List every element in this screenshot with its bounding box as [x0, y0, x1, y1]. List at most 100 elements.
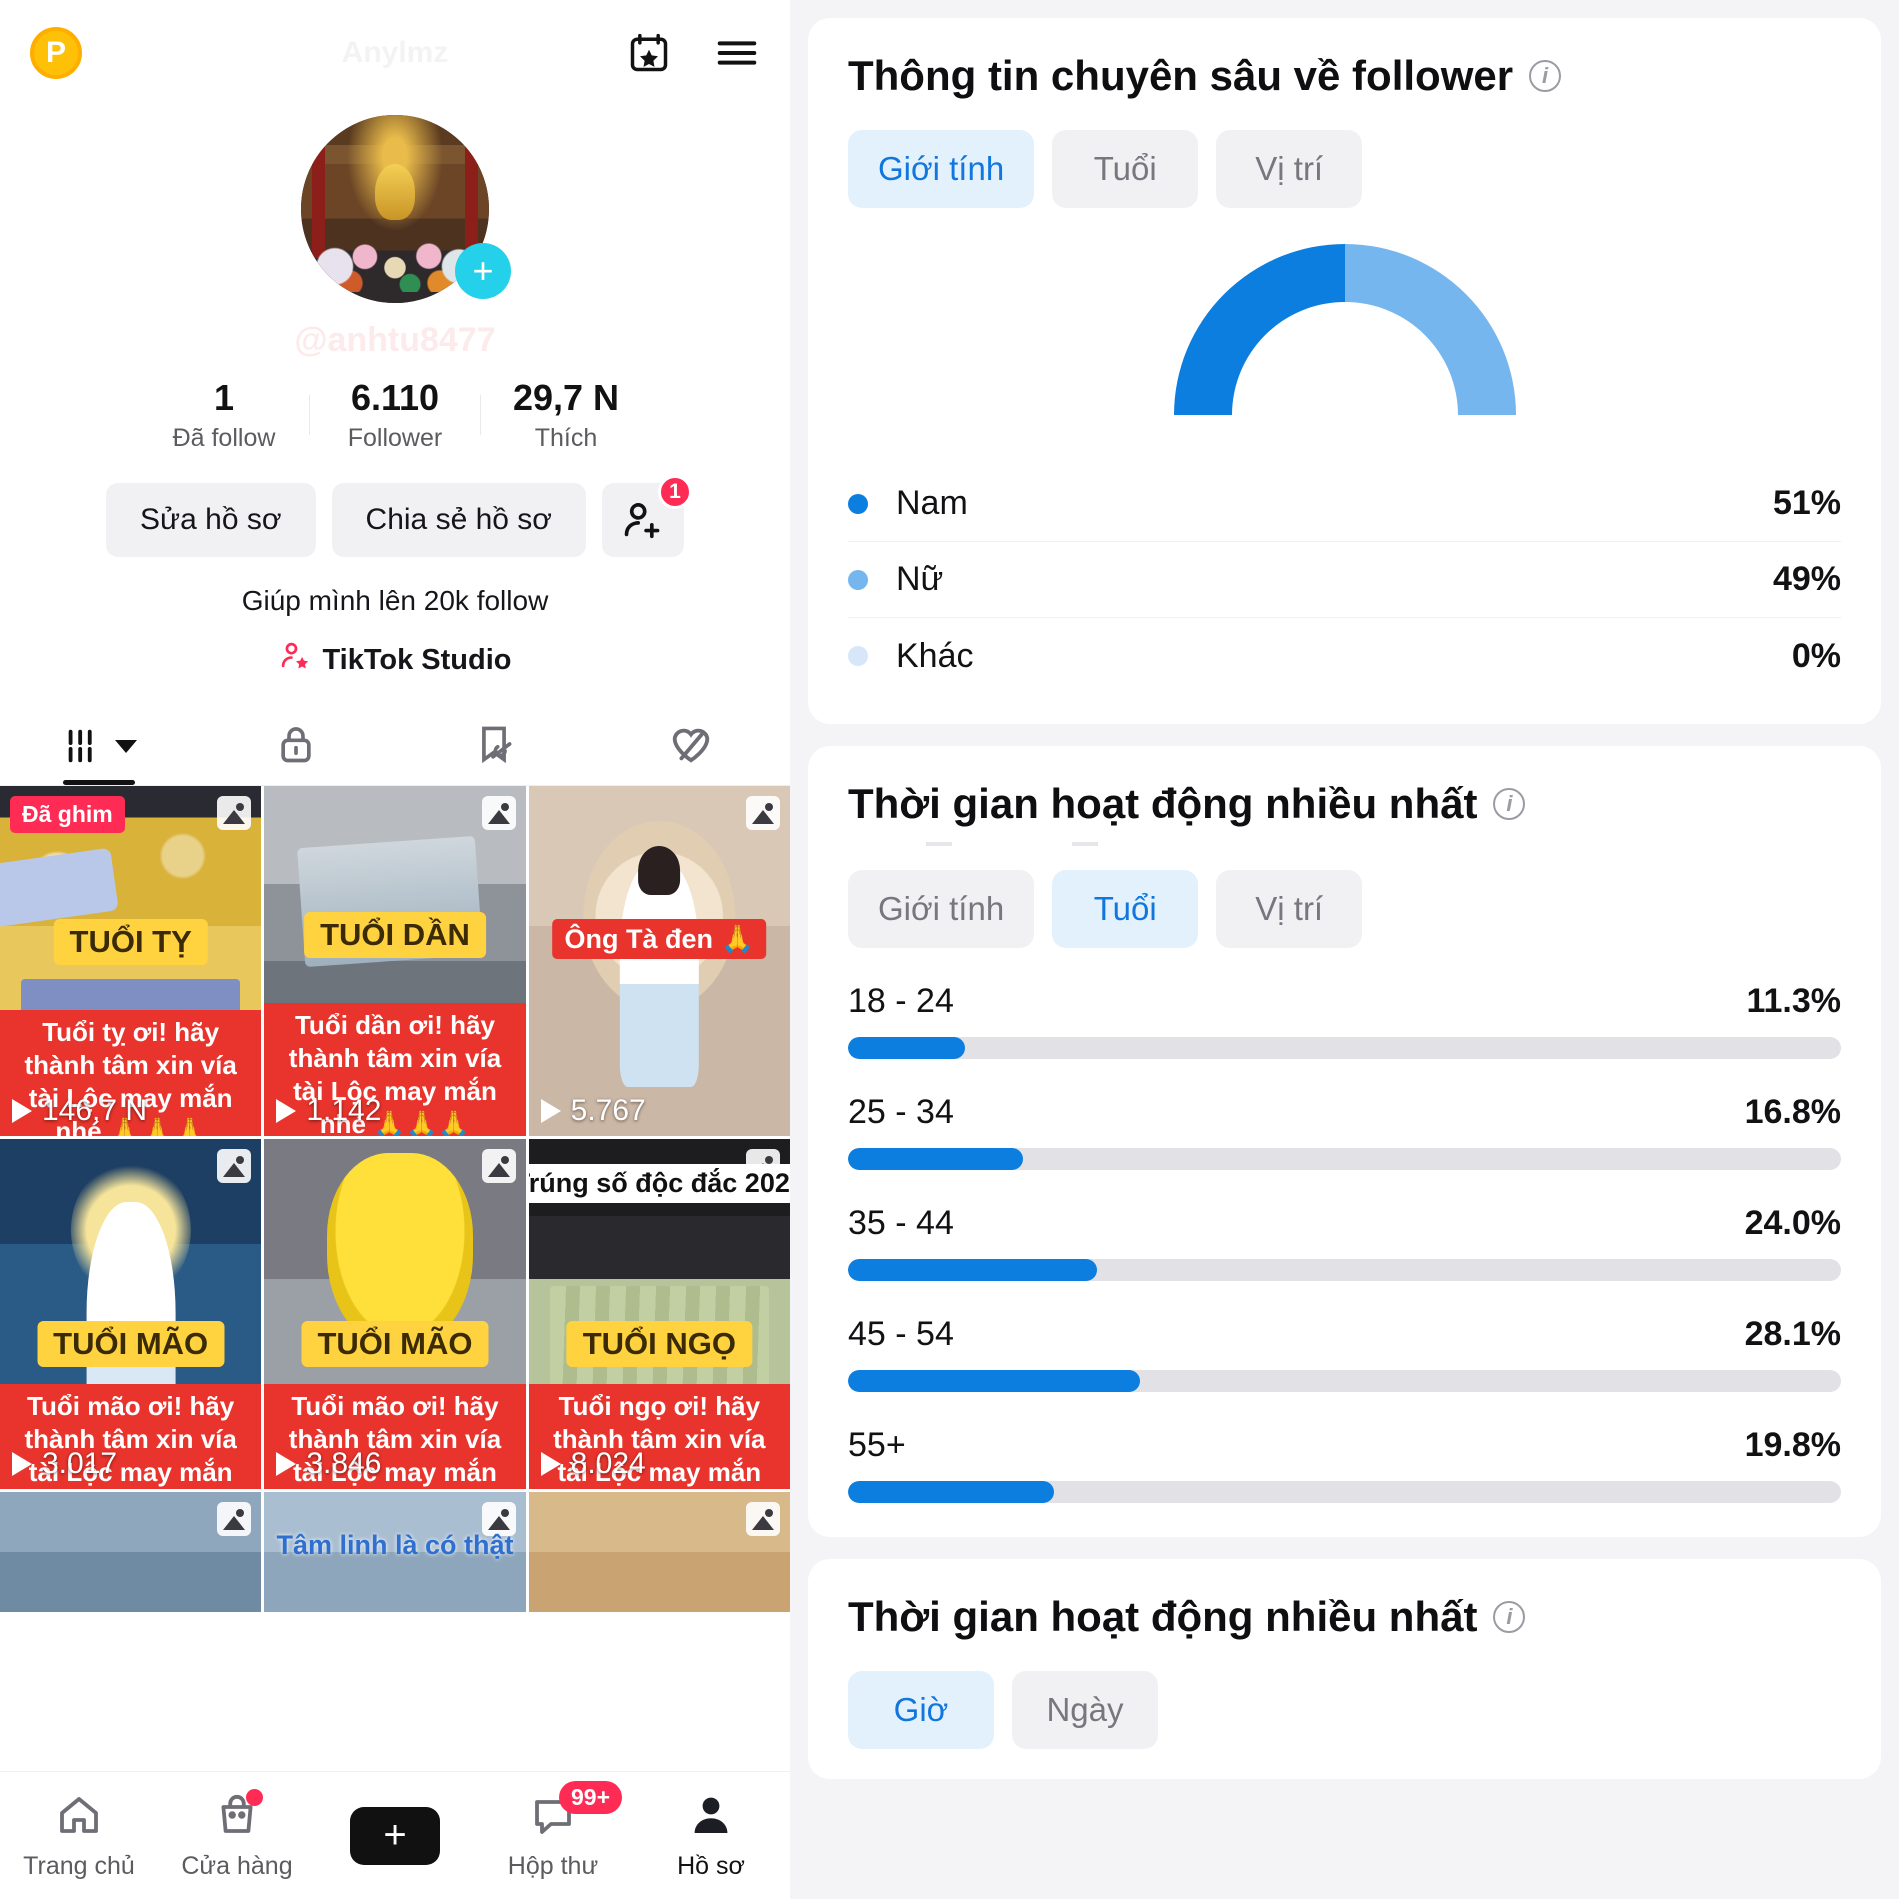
- multi-photo-icon: [746, 1502, 780, 1537]
- legend-dot-male: [848, 493, 868, 514]
- tab-grid-videos[interactable]: [0, 707, 198, 785]
- multi-photo-icon: [481, 1149, 516, 1184]
- video-zodiac-label: TUỔI NGỌ: [566, 1321, 752, 1368]
- chip-gender[interactable]: Giới tính: [848, 130, 1035, 208]
- bar-row: 25 - 34 16.8%: [848, 1093, 1841, 1170]
- bar-row: 45 - 54 28.1%: [848, 1315, 1841, 1392]
- shop-notification-dot: [246, 1788, 263, 1806]
- add-friend-button[interactable]: 1: [601, 475, 692, 558]
- video-cell[interactable]: Ông Tà đen 🙏 5.767: [528, 786, 790, 1137]
- grid-bars-icon: [61, 723, 137, 769]
- stat-likes-value: 29,7 N: [512, 377, 620, 418]
- video-cell[interactable]: [528, 1492, 790, 1613]
- follower-insights-chips: Giới tính Tuổi Vị trí: [848, 130, 1841, 208]
- video-cell[interactable]: TUỔI MÃO Tuổi mão ơi! hãy thành tâm xin …: [0, 1139, 262, 1490]
- nav-shop[interactable]: Cửa hàng: [158, 1788, 316, 1881]
- chip-age[interactable]: Tuổi: [1052, 870, 1199, 948]
- bar-track: [848, 1481, 1841, 1503]
- topbar-actions: [626, 30, 760, 76]
- video-views-value: 1.142: [306, 1094, 382, 1128]
- tiktok-studio-link[interactable]: TikTok Studio: [0, 639, 790, 681]
- bar-fill: [848, 1259, 1098, 1281]
- legend-dot-female: [848, 569, 868, 590]
- legend-label-other: Khác: [896, 636, 974, 675]
- chip-gender[interactable]: Giới tính: [848, 870, 1035, 948]
- chip-location[interactable]: Vị trí: [1216, 870, 1363, 948]
- bar-track: [848, 1037, 1841, 1059]
- play-icon: [12, 1452, 32, 1477]
- edit-profile-button[interactable]: Sửa hồ sơ: [106, 483, 316, 558]
- info-icon[interactable]: i: [1493, 788, 1526, 820]
- video-cell[interactable]: Trúng số độc đắc 2025 TUỔI NGỌ Tuổi ngọ …: [528, 1139, 790, 1490]
- bar-value: 19.8%: [1744, 1426, 1841, 1464]
- age-bar-chart: 18 - 24 11.3% 25 - 34 16.8% 35 - 44 24.0…: [848, 982, 1841, 1503]
- activity-time-chips: Giờ Ngày: [848, 1671, 1841, 1749]
- chip-age[interactable]: Tuổi: [1052, 130, 1199, 208]
- profile-handle: @anhtu8477: [294, 321, 496, 359]
- bar-label: 35 - 44: [848, 1204, 954, 1242]
- profile-bio[interactable]: Giúp mình lên 20k follow: [0, 585, 790, 617]
- play-icon: [276, 1099, 297, 1124]
- legend-value-male: 51%: [1772, 484, 1841, 522]
- calendar-star-icon[interactable]: [626, 30, 672, 76]
- stat-following-value: 1: [213, 377, 235, 418]
- chip-hour[interactable]: Giờ: [848, 1671, 994, 1749]
- nav-profile-label: Hồ sơ: [677, 1851, 745, 1880]
- follower-insights-title: Thông tin chuyên sâu về follower: [848, 52, 1514, 99]
- profile-stats: 1 Đã follow 6.110 Follower 29,7 N Thích: [0, 377, 790, 453]
- video-zodiac-label: TUỔI MÃO: [37, 1321, 225, 1368]
- tab-liked[interactable]: [593, 707, 791, 785]
- play-icon: [540, 1099, 561, 1124]
- video-cell[interactable]: TUỔI DẦN Tuổi dần ơi! hãy thành tâm xin …: [264, 786, 526, 1137]
- share-profile-button[interactable]: Chia sẻ hồ sơ: [331, 483, 586, 558]
- stat-followers[interactable]: 6.110 Follower: [310, 377, 480, 453]
- stat-following-label: Đã follow: [172, 424, 276, 453]
- legend-row: Nam 51%: [848, 466, 1841, 542]
- avatar[interactable]: +: [301, 115, 511, 303]
- multi-photo-icon: [217, 1502, 252, 1537]
- inbox-message-icon: 99+: [529, 1780, 623, 1844]
- stat-followers-value: 6.110: [350, 377, 440, 418]
- add-friend-badge: 1: [657, 475, 692, 510]
- hamburger-menu-icon[interactable]: [714, 30, 760, 76]
- tab-private[interactable]: [198, 707, 396, 785]
- bar-value: 24.0%: [1744, 1204, 1841, 1242]
- video-cell[interactable]: TUỔI MÃO Tuổi mão ơi! hãy thành tâm xin …: [264, 1139, 526, 1490]
- video-cell[interactable]: [0, 1492, 262, 1613]
- activity-time-title: Thời gian hoạt động nhiều nhất: [848, 1593, 1478, 1640]
- tab-saved[interactable]: [395, 707, 593, 785]
- activity-time-card: Thời gian hoạt động nhiều nhất i Giờ Ngà…: [808, 1559, 1881, 1779]
- activity-age-title: Thời gian hoạt động nhiều nhất: [848, 780, 1478, 827]
- add-avatar-button[interactable]: +: [455, 243, 511, 299]
- bar-fill: [848, 1148, 1023, 1170]
- bar-value: 11.3%: [1746, 982, 1841, 1020]
- create-plus-icon[interactable]: +: [341, 1806, 449, 1865]
- legend-row: Khác 0%: [848, 618, 1841, 694]
- stat-following[interactable]: 1 Đã follow: [139, 377, 309, 453]
- bar-label: 18 - 24: [848, 982, 954, 1020]
- nav-inbox[interactable]: 99+ Hộp thư: [474, 1780, 632, 1881]
- follower-insights-card: Thông tin chuyên sâu về follower i Giới …: [808, 18, 1881, 724]
- bar-track: [848, 1370, 1841, 1392]
- stat-likes[interactable]: 29,7 N Thích: [481, 377, 651, 453]
- profile-person-icon: [687, 1791, 735, 1844]
- video-cell[interactable]: Đã ghim TUỔI TỴ Tuổi tỵ ơi! hãy thành tâ…: [0, 786, 262, 1137]
- nav-create[interactable]: +: [316, 1806, 474, 1865]
- nav-home[interactable]: Trang chủ: [0, 1791, 158, 1881]
- nav-profile[interactable]: Hồ sơ: [632, 1791, 790, 1881]
- gender-gauge-chart: [848, 230, 1841, 430]
- video-zodiac-label: TUỔI TỴ: [53, 919, 208, 966]
- video-cell[interactable]: Tâm linh là có thật: [264, 1492, 526, 1613]
- chip-location[interactable]: Vị trí: [1216, 130, 1363, 208]
- info-icon[interactable]: i: [1529, 60, 1562, 92]
- multi-photo-icon: [481, 796, 516, 831]
- legend-value-other: 0%: [1791, 636, 1841, 675]
- video-white-caption: Trúng số độc đắc 2025: [528, 1163, 790, 1203]
- chip-day[interactable]: Ngày: [1012, 1671, 1158, 1749]
- points-coin-icon[interactable]: P: [30, 26, 82, 79]
- chevron-down-icon: [114, 739, 137, 753]
- video-views-value: 3.846: [306, 1447, 382, 1481]
- video-views: 146,7 N: [12, 1094, 147, 1128]
- info-icon[interactable]: i: [1493, 1601, 1526, 1633]
- bar-fill: [848, 1370, 1140, 1392]
